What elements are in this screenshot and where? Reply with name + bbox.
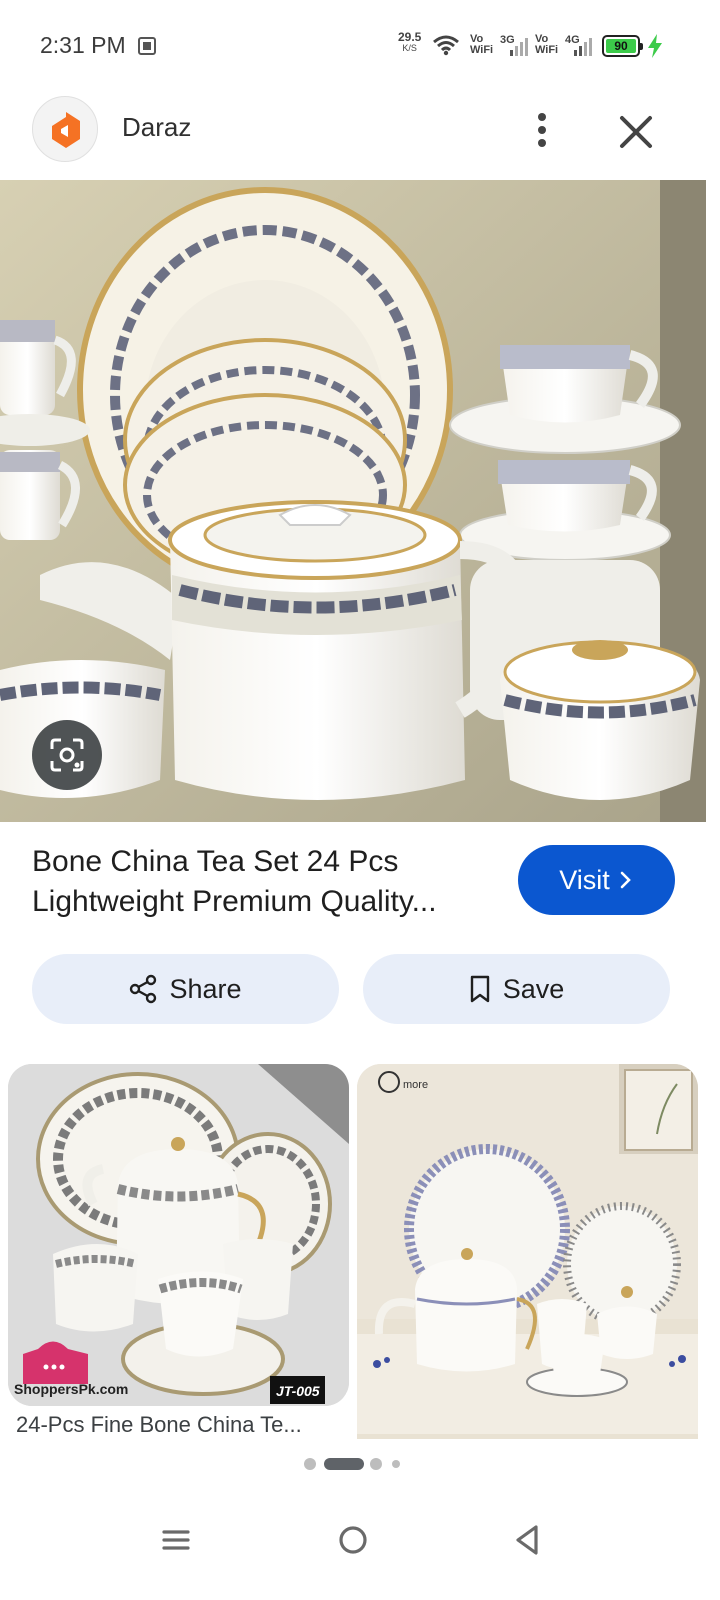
main-image[interactable]	[0, 180, 706, 822]
carousel-pager	[0, 1456, 720, 1472]
net-speed: 29.5 K/S	[398, 30, 422, 54]
bookmark-icon	[470, 975, 489, 1003]
pager-dot	[392, 1460, 400, 1468]
pager-dot	[304, 1458, 316, 1470]
tea-set-illustration	[0, 180, 706, 822]
sim2-volte: Vo WiFi	[535, 34, 558, 56]
share-button[interactable]: Share	[32, 954, 339, 1024]
daraz-logo-icon	[52, 112, 80, 148]
battery-level: 90	[606, 39, 636, 53]
visit-label: Visit	[559, 864, 610, 895]
sim-notification-icon	[138, 37, 156, 55]
lens-search-button[interactable]	[32, 720, 102, 790]
result-title-line2: Lightweight Premium Quality...	[32, 885, 437, 918]
site-name[interactable]: Daraz	[122, 112, 191, 143]
viewer-header: Daraz	[0, 92, 720, 180]
charging-bolt-icon	[648, 34, 662, 58]
save-button[interactable]: Save	[363, 954, 670, 1024]
brand-watermark: more	[403, 1079, 428, 1091]
watermark-text: ShoppersPk.com	[14, 1381, 128, 1397]
net-speed-unit: K/S	[402, 43, 417, 53]
sim1-label-bottom: WiFi	[470, 44, 494, 56]
share-icon	[130, 974, 157, 1004]
related-image-1-illustration: ShoppersPk.com JT-005	[8, 1064, 349, 1406]
save-label: Save	[502, 973, 565, 1004]
close-icon[interactable]	[614, 110, 658, 154]
home-icon[interactable]	[323, 1510, 383, 1570]
net-speed-value: 29.5	[398, 30, 422, 44]
result-title-line1: Bone China Tea Set 24 Pcs	[32, 845, 399, 878]
share-label: Share	[169, 973, 242, 1004]
sim2-label-bottom: WiFi	[535, 44, 559, 56]
signal-bars-icon	[510, 38, 528, 56]
system-nav-bar	[0, 1492, 720, 1600]
related-caption-1[interactable]: 24-Pcs Fine Bone China Te...	[16, 1412, 346, 1438]
related-image-2-illustration: more	[357, 1064, 698, 1439]
pager-dot	[370, 1458, 382, 1470]
wifi-icon	[433, 35, 459, 56]
chevron-right-icon	[620, 871, 631, 889]
product-badge: JT-005	[276, 1383, 320, 1399]
related-image-2[interactable]: more	[357, 1064, 698, 1439]
signal-bars-icon	[574, 38, 592, 56]
battery-icon: 90	[602, 35, 643, 57]
back-icon[interactable]	[498, 1510, 558, 1570]
visit-button[interactable]: Visit	[518, 845, 675, 915]
site-logo[interactable]	[32, 96, 98, 162]
related-image-1[interactable]: ShoppersPk.com JT-005	[8, 1064, 349, 1406]
result-title[interactable]: Bone China Tea Set 24 Pcs Lightweight Pr…	[32, 842, 502, 922]
status-bar: 2:31 PM 29.5 K/S Vo WiFi 3G Vo WiFi 4G 9…	[0, 0, 720, 92]
menu-icon[interactable]	[146, 1510, 206, 1570]
status-time: 2:31 PM	[40, 32, 126, 58]
pager-dot-active	[324, 1458, 364, 1470]
lens-icon	[50, 738, 84, 772]
sim1-volte: Vo WiFi	[470, 34, 493, 56]
more-vert-icon[interactable]	[522, 108, 562, 152]
